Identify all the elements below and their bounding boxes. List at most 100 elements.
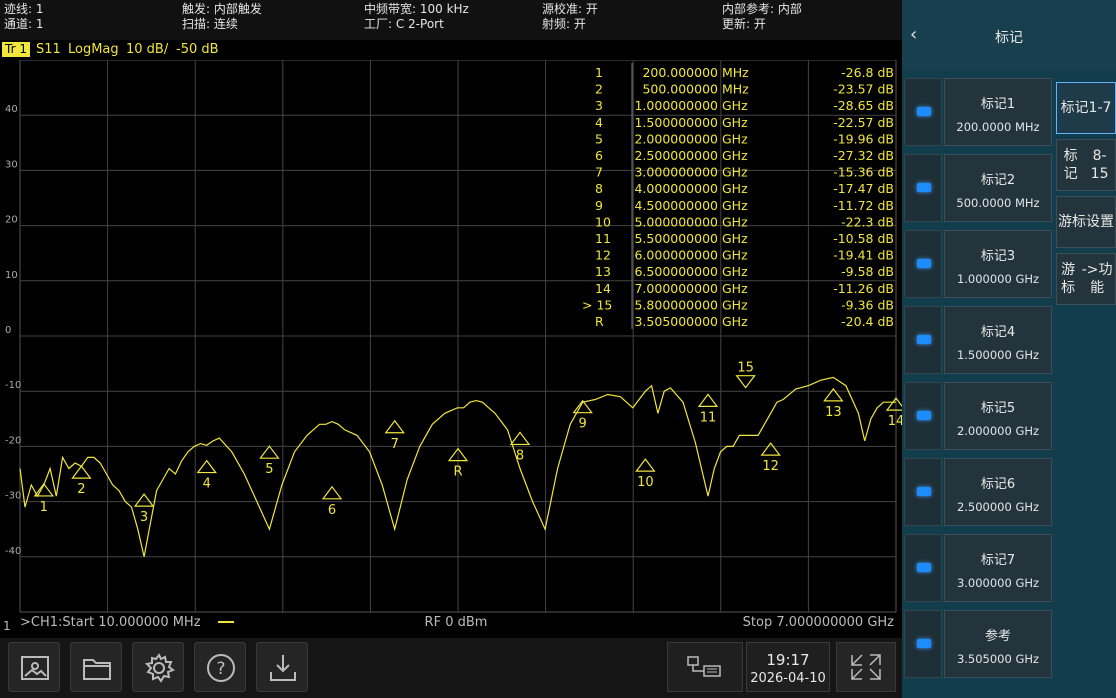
marker-table-value: -19.96 dB [833, 131, 894, 146]
marker-toggle[interactable] [904, 78, 942, 146]
marker-select-button[interactable]: 标记7 3.000000 GHz [944, 534, 1052, 602]
clock-date: 2026-04-10 [750, 671, 826, 686]
marker-enabled-led [917, 335, 931, 344]
marker-label: R [453, 465, 462, 480]
marker-label: 1 [40, 500, 48, 515]
marker-item: 标记1 200.0000 MHz [904, 76, 1052, 148]
help-button[interactable]: ? [194, 642, 246, 692]
y-tick-label: -20 [5, 435, 21, 446]
marker-table-value: -9.36 dB [841, 297, 894, 312]
marker-table-value: -27.32 dB [833, 148, 894, 163]
marker-table-value: -9.58 dB [841, 264, 894, 279]
save-button[interactable] [256, 642, 308, 692]
marker-table-index: R [595, 314, 604, 329]
marker-triangle [635, 458, 656, 472]
tab-marker-page[interactable]: 游标设置 [1056, 196, 1116, 248]
screenshot-button[interactable] [8, 642, 60, 692]
marker-select-button[interactable]: 标记4 1.500000 GHz [944, 306, 1052, 374]
tab-marker-page[interactable]: 标记 8-15 [1056, 139, 1116, 191]
marker-table-unit: GHz [722, 231, 748, 246]
marker-select-button[interactable]: 标记2 500.0000 MHz [944, 154, 1052, 222]
trace-tag[interactable]: Tr 1 [2, 42, 30, 57]
marker-table-unit: GHz [722, 165, 748, 180]
marker-toggle[interactable] [904, 382, 942, 450]
marker-triangle [885, 397, 902, 411]
marker-freq: 3.505000 GHz [956, 652, 1040, 666]
marker-freq: 2.000000 GHz [956, 424, 1040, 438]
marker-triangle [697, 393, 719, 408]
marker-label: 4 [203, 477, 211, 492]
marker-table-unit: GHz [722, 181, 748, 196]
marker-triangle [384, 419, 405, 434]
marker-triangle [321, 485, 343, 500]
marker-item: 参考 3.505000 GHz [904, 608, 1052, 680]
fullscreen-button[interactable] [836, 642, 896, 692]
marker-name: 标记7 [980, 553, 1016, 568]
y-tick-label: -40 [5, 546, 21, 557]
marker-table-index: 12 [595, 248, 611, 263]
file-button[interactable] [70, 642, 122, 692]
marker-side-panel: ‹ 标记 标记1 200.0000 MHz 标记2 500.0000 MHz 标记3 1.… [902, 0, 1116, 698]
y-tick-label: 10 [5, 270, 18, 281]
marker-table-value: -23.57 dB [833, 82, 894, 97]
marker-item: 标记4 1.500000 GHz [904, 304, 1052, 376]
status-update: 更新: 开 [722, 17, 766, 31]
marker-table-value: -17.47 dB [833, 181, 894, 196]
network-status[interactable] [667, 642, 743, 692]
marker-label: 15 [737, 361, 754, 376]
help-icon: ? [207, 654, 235, 682]
image-icon [21, 656, 49, 680]
trace-plot[interactable]: 403020100-10-20-30-401234567891011121314… [0, 60, 902, 630]
marker-item: 标记5 2.000000 GHz [904, 380, 1052, 452]
marker-select-button[interactable]: 标记1 200.0000 MHz [944, 78, 1052, 146]
expand-icon [851, 654, 881, 680]
tab-marker-page[interactable]: 标记1-7 [1056, 82, 1116, 134]
marker-table-unit: GHz [722, 115, 748, 130]
marker-table-unit: GHz [722, 314, 748, 329]
trace-bar[interactable]: Tr 1 S11 LogMag 10 dB/ -50 dB [0, 40, 902, 60]
marker-table-freq: 3.000000000 [634, 165, 718, 180]
marker-enabled-led [917, 259, 931, 268]
marker-name: 标记1 [980, 97, 1016, 112]
marker-toggle[interactable] [904, 154, 942, 222]
marker-freq: 200.0000 MHz [956, 120, 1040, 134]
y-tick-label: 20 [5, 215, 18, 226]
marker-triangle [823, 387, 844, 402]
marker-label: 6 [328, 503, 336, 518]
marker-table-freq: 3.505000000 [634, 314, 718, 329]
marker-select-button[interactable]: 标记5 2.000000 GHz [944, 382, 1052, 450]
tab-marker-page[interactable]: 游标 ->功能 [1056, 253, 1116, 305]
marker-label: 7 [391, 437, 399, 452]
trace-ref: -50 dB [176, 42, 219, 57]
marker-label: 13 [825, 405, 842, 420]
marker-toggle[interactable] [904, 306, 942, 374]
marker-table-freq: 7.000000000 [634, 281, 718, 296]
marker-item: 标记6 2.500000 GHz [904, 456, 1052, 528]
settings-button[interactable] [132, 642, 184, 692]
marker-toggle[interactable] [904, 230, 942, 298]
start-freq-label: >CH1:Start 10.000000 MHz [20, 615, 201, 630]
marker-table-value: -11.72 dB [833, 198, 894, 213]
marker-label: 9 [579, 417, 587, 432]
marker-table-index: 1 [595, 65, 603, 80]
marker-toggle[interactable] [904, 534, 942, 602]
marker-select-button[interactable]: 参考 3.505000 GHz [944, 610, 1052, 678]
y-tick-label: 40 [5, 104, 18, 115]
marker-table-value: -28.65 dB [833, 98, 894, 113]
status-channel: 通道: 1 [4, 17, 44, 31]
marker-select-button[interactable]: 标记3 1.000000 GHz [944, 230, 1052, 298]
marker-freq: 500.0000 MHz [956, 196, 1040, 210]
marker-select-button[interactable]: 标记6 2.500000 GHz [944, 458, 1052, 526]
network-icon [687, 656, 721, 677]
marker-item: 标记7 3.000000 GHz [904, 532, 1052, 604]
marker-table-unit: MHz [722, 82, 749, 97]
marker-name: 标记6 [980, 477, 1016, 492]
marker-toggle[interactable] [904, 610, 942, 678]
marker-label: 2 [77, 482, 85, 497]
marker-toggle[interactable] [904, 458, 942, 526]
marker-table-index: 14 [595, 281, 611, 296]
marker-name: 标记5 [980, 401, 1016, 416]
y-tick-label: 30 [5, 159, 18, 170]
marker-table-index: 2 [595, 82, 603, 97]
marker-name: 标记3 [980, 249, 1016, 264]
